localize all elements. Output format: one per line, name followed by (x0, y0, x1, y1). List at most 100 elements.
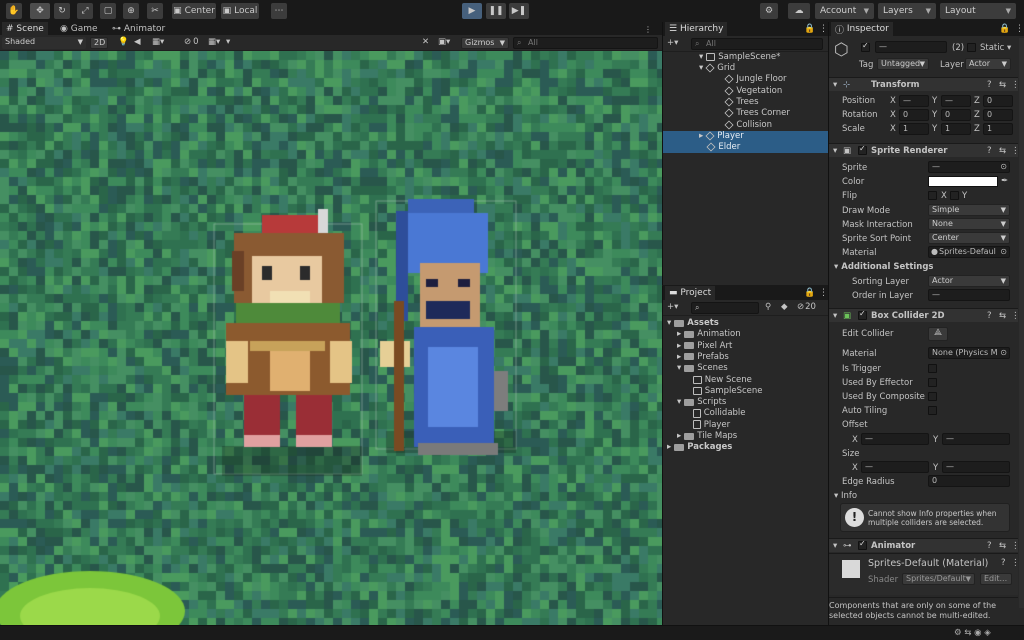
hierarchy-item[interactable]: ▸ Player (699, 131, 744, 141)
color-swatch[interactable] (928, 176, 998, 187)
hierarchy-item[interactable]: Collision (717, 120, 772, 130)
preset-icon[interactable]: ⇆ (999, 146, 1006, 156)
more-icon[interactable]: ⋮ (640, 22, 656, 36)
additional-settings-foldout[interactable]: ▾ Additional Settings (834, 262, 934, 272)
object-picker-icon[interactable]: ⊙ (1000, 247, 1007, 257)
transform-z-input[interactable]: 0 (983, 95, 1013, 107)
transform-y-input[interactable]: 1 (941, 123, 971, 135)
more-icon[interactable]: ⋮ (1011, 541, 1020, 551)
step-button[interactable]: ▶❚ (509, 3, 529, 19)
hierarchy-item[interactable]: Trees (717, 97, 759, 107)
project-item[interactable]: ▸ Pixel Art (677, 341, 732, 351)
scene-options-icon[interactable]: ▾ (226, 37, 230, 47)
project-item[interactable]: ▸ Packages (667, 442, 732, 452)
transform-y-input[interactable]: — (941, 95, 971, 107)
box-collider-enabled-checkbox[interactable]: ✓ (858, 309, 867, 320)
tag-icon[interactable]: ◆ (781, 302, 788, 312)
project-item[interactable]: ▸ Animation (677, 329, 741, 339)
help-icon[interactable]: ? (987, 541, 992, 551)
animator-header[interactable]: ▾ ⊶ ✓ Animator ? ⇆ ⋮ (829, 538, 1020, 552)
tab-animator[interactable]: ⊶ Animator (108, 22, 169, 36)
hidden-packages-toggle[interactable]: ⊘ 20 (797, 302, 816, 312)
transform-z-input[interactable]: 1 (983, 123, 1013, 135)
used-by-composite-checkbox[interactable] (928, 392, 937, 401)
active-checkbox[interactable]: ✓ (861, 41, 870, 52)
project-item[interactable]: ▾ Scenes (677, 363, 728, 373)
tab-project[interactable]: ▬ Project (665, 286, 716, 300)
eyedropper-icon[interactable]: ✒ (1001, 176, 1008, 186)
play-button[interactable]: ▶ (462, 3, 482, 19)
preset-icon[interactable]: ⇆ (999, 80, 1006, 90)
sorting-layer-dropdown[interactable]: Actor ▼ (928, 275, 1010, 287)
add-icon[interactable]: +▾ (667, 38, 678, 48)
hierarchy-item[interactable]: Trees Corner (717, 108, 790, 118)
more-icon[interactable]: ⋮ (1011, 558, 1020, 568)
scale-tool-icon[interactable]: ⤢ (77, 3, 93, 19)
offset-y-input[interactable]: — (942, 433, 1010, 445)
help-icon[interactable]: ? (1001, 558, 1006, 568)
rotate-tool-icon[interactable]: ↻ (54, 3, 70, 19)
preset-icon[interactable]: ⇆ (999, 311, 1006, 321)
help-icon[interactable]: ? (987, 80, 992, 90)
audio-icon[interactable]: ◀ (134, 37, 141, 47)
tag-dropdown[interactable]: Untagged ▼ (877, 58, 929, 70)
transform-y-input[interactable]: 0 (941, 109, 971, 121)
tab-scene[interactable]: # Scene (2, 22, 48, 36)
cloud-icon[interactable]: ☁ (788, 3, 810, 19)
filter-icon[interactable]: ⚲ (765, 302, 771, 312)
layout-dropdown[interactable]: Layout ▼ (940, 3, 1016, 19)
visibility-toggle[interactable]: ⊘ 0 (184, 37, 199, 47)
scene-search-input[interactable]: ⌕ All (513, 37, 658, 49)
static-dropdown[interactable]: Static ▾ (980, 43, 1011, 53)
draw-mode-dropdown[interactable]: Simple ▼ (928, 204, 1010, 216)
edge-radius-input[interactable]: 0 (928, 475, 1010, 487)
sprite-renderer-enabled-checkbox[interactable]: ✓ (858, 144, 867, 155)
collider-material-field[interactable]: None (Physics M ⊙ (928, 347, 1010, 359)
object-picker-icon[interactable]: ⊙ (1000, 162, 1007, 172)
tab-hierarchy[interactable]: ☰ Hierarchy (665, 22, 728, 36)
shader-dropdown[interactable]: Sprites/Default ▼ (902, 573, 975, 585)
lighting-icon[interactable]: 💡 (118, 37, 129, 47)
more-icon[interactable]: ⋮ (1011, 146, 1020, 156)
edit-shader-button[interactable]: Edit... (980, 573, 1012, 585)
gameobject-name-input[interactable]: — (875, 41, 947, 53)
order-in-layer-input[interactable]: — (928, 289, 1010, 301)
sprite-field[interactable]: — ⊙ (928, 161, 1010, 173)
animator-enabled-checkbox[interactable]: ✓ (858, 539, 867, 550)
hand-tool-icon[interactable]: ✋ (6, 3, 22, 19)
is-trigger-checkbox[interactable] (928, 364, 937, 373)
inspector-scrollbar[interactable] (1019, 38, 1024, 608)
2d-toggle-button[interactable]: 2D (90, 37, 108, 49)
project-item[interactable]: SampleScene (687, 386, 763, 396)
tab-game[interactable]: ◉ Game (56, 22, 102, 36)
hierarchy-item[interactable]: Vegetation (717, 86, 782, 96)
size-x-input[interactable]: — (861, 461, 929, 473)
box-collider-header[interactable]: ▾ ▣ ✓ Box Collider 2D ? ⇆ ⋮ (829, 308, 1020, 322)
project-search-input[interactable]: ⌕ (691, 302, 759, 314)
transform-x-input[interactable]: 1 (899, 123, 929, 135)
info-foldout[interactable]: ▾ Info (834, 491, 857, 501)
transform-z-input[interactable]: 0 (983, 109, 1013, 121)
transform-x-input[interactable]: 0 (899, 109, 929, 121)
account-dropdown[interactable]: Account ▼ (815, 3, 874, 19)
help-icon[interactable]: ? (987, 146, 992, 156)
help-icon[interactable]: ? (987, 311, 992, 321)
project-item[interactable]: ▸ Tile Maps (677, 431, 737, 441)
hierarchy-scene-root[interactable]: ▾ SampleScene* (699, 52, 780, 62)
edit-collider-button[interactable]: ⟁ (928, 327, 948, 341)
camera-icon[interactable]: ▣▾ (438, 37, 450, 47)
size-y-input[interactable]: — (942, 461, 1010, 473)
hierarchy-item[interactable]: Jungle Floor (717, 74, 787, 84)
effects-icon[interactable]: ▦▾ (152, 37, 164, 47)
project-item[interactable]: Player (687, 420, 730, 430)
hierarchy-item[interactable]: ▾ Grid (699, 63, 735, 73)
tools-icon[interactable]: ✕ (422, 37, 429, 47)
tab-inspector[interactable]: ⓘ Inspector (831, 22, 893, 36)
project-item[interactable]: New Scene (687, 375, 752, 385)
sprite-renderer-header[interactable]: ▾ ▣ ✓ Sprite Renderer ? ⇆ ⋮ (829, 143, 1020, 157)
grid-icon[interactable]: ▦▾ (208, 37, 220, 47)
rect-tool-icon[interactable]: ▢ (100, 3, 116, 19)
space-toggle-button[interactable]: ▣ Local (221, 3, 259, 19)
services-icon[interactable]: ⚙ (760, 3, 778, 19)
pause-button[interactable]: ❚❚ (486, 3, 506, 19)
